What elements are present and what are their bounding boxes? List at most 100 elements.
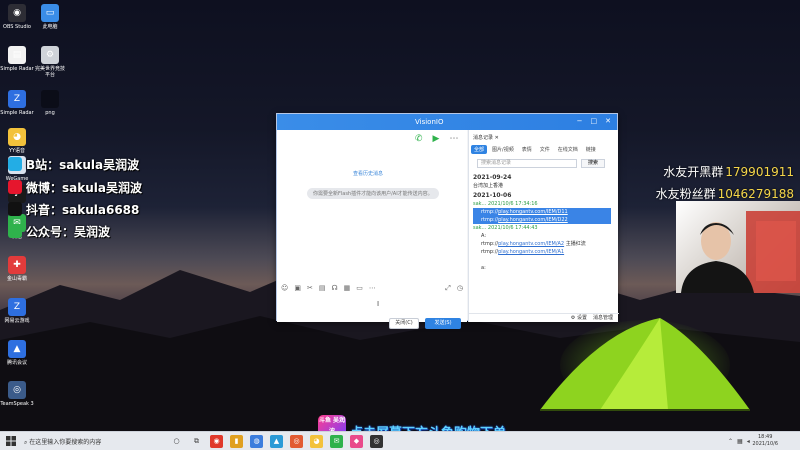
yy-icon: ◕ xyxy=(8,128,26,146)
history-tab[interactable]: 全部 xyxy=(471,145,488,154)
chat-top-icons: ✆ ▶ ⋯ xyxy=(415,134,458,144)
wechat-taskbar-icon[interactable]: ✉ xyxy=(330,435,343,448)
desktop-icon[interactable]: Z 网易云游戏 xyxy=(0,298,34,324)
douyin-icon xyxy=(8,202,22,216)
taskbar-search[interactable]: ⌕ 在这里输入你要搜索的内容 xyxy=(24,437,101,447)
close-chat-button[interactable]: 关闭(C) xyxy=(389,318,419,329)
chrome-icon[interactable]: ◉ xyxy=(210,435,223,448)
send-button[interactable]: 发送(S) xyxy=(425,318,461,329)
desktop-icon[interactable]: ⚙ 完美世界竞技平台 xyxy=(33,46,67,78)
history-settings-button[interactable]: ⚙ 设置 xyxy=(571,314,587,322)
history-link-row[interactable]: rtmp://play.hongantv.com/IEM/A1 xyxy=(473,248,611,256)
history-link-row[interactable]: rtmp://play.hongantv.com/IEM/A2 主播红流 xyxy=(473,240,611,248)
message-input[interactable]: I xyxy=(277,296,467,318)
desktop-icon-label: 此电脑 xyxy=(42,24,58,30)
png-file-icon xyxy=(41,90,59,108)
minimize-button[interactable]: − xyxy=(577,117,583,125)
social-handle: 抖音：sakula6688 xyxy=(8,201,139,218)
stream-link[interactable]: play.hongantv.com/IEM/D11 xyxy=(498,209,568,215)
desktop-icon-label: Simple Radar xyxy=(0,66,34,72)
gif-icon[interactable]: ▣ xyxy=(294,284,301,293)
chat-pane: ✆ ▶ ⋯ 查看历史消息 你需要全新Flash插件才能向该用户/AI才能传送内容… xyxy=(277,130,467,329)
stream-link[interactable]: play.hongantv.com/IEM/A1 xyxy=(498,249,564,255)
screen-icon[interactable]: ▭ xyxy=(356,284,363,293)
history-tab[interactable]: 文件 xyxy=(537,145,553,154)
desktop-icon[interactable]: ▭ 此电脑 xyxy=(33,4,67,30)
browser-icon[interactable]: ◍ xyxy=(250,435,263,448)
windows-start-icon[interactable] xyxy=(6,436,16,446)
history-tab[interactable]: 图片/视频 xyxy=(489,145,517,154)
headset-icon[interactable]: ☊ xyxy=(331,284,337,293)
close-window-button[interactable]: ✕ xyxy=(605,117,611,125)
history-link-row[interactable]: rtmp://play.hongantv.com/IEM/D22 xyxy=(473,216,611,224)
antivirus-icon: ✚ xyxy=(8,256,26,274)
file-icon: ▤ xyxy=(8,46,26,64)
desktop-icon-label: TeamSpeak 3 xyxy=(0,401,34,407)
phone-icon[interactable]: ✆ xyxy=(415,134,423,144)
maximize-button[interactable]: □ xyxy=(591,117,598,125)
obs-taskbar-icon[interactable]: ◎ xyxy=(370,435,383,448)
file-explorer-icon[interactable]: ▮ xyxy=(230,435,243,448)
message-history-panel: 消息记录 ✕ 全部 图片/视频 表情 文件 在线文档 链接 搜索消息记录 搜索 2021-… xyxy=(468,130,619,322)
toolbar-more-icon[interactable]: ⋯ xyxy=(369,284,376,293)
store-icon[interactable]: ▲ xyxy=(270,435,283,448)
folder-icon[interactable]: ▤ xyxy=(319,284,326,293)
group-number-line: 水友粉丝群 1046279188 xyxy=(656,185,794,202)
history-date: 2021-09-24 xyxy=(473,174,512,181)
history-link-row[interactable]: rtmp://play.hongantv.com/IEM/D11 xyxy=(473,208,611,216)
system-message: 你需要全新Flash插件才能向该用户/AI才能传送内容。 xyxy=(307,188,439,199)
desktop-icon[interactable]: ◕ YY语音 xyxy=(0,128,34,154)
history-notice-link[interactable]: 查看历史消息 xyxy=(353,170,383,177)
expand-icon[interactable]: ⤢ xyxy=(445,284,451,293)
chevron-up-icon[interactable]: ⌃ xyxy=(728,438,733,445)
group-label: 水友粉丝群 xyxy=(655,187,716,201)
clock-date: 2021/10/6 xyxy=(752,441,778,447)
meeting-icon: ▲ xyxy=(8,340,26,358)
desktop-icon[interactable]: ▲ 腾讯会议 xyxy=(0,340,34,366)
link-prefix: rtmp:// xyxy=(481,249,499,255)
window-title: VisionIO xyxy=(415,118,444,126)
history-search-button[interactable]: 搜索 xyxy=(581,159,605,168)
history-manage-button[interactable]: 消息管理 xyxy=(593,314,613,322)
stream-link[interactable]: play.hongantv.com/IEM/A2 xyxy=(498,241,564,247)
settings-app-icon: ⚙ xyxy=(41,46,59,64)
history-tab[interactable]: 表情 xyxy=(519,145,535,154)
game-launcher-icon[interactable]: ◎ xyxy=(290,435,303,448)
teamspeak-icon: ◎ xyxy=(8,381,26,399)
yy-taskbar-icon[interactable]: ◕ xyxy=(310,435,323,448)
scissors-icon[interactable]: ✂ xyxy=(307,284,313,293)
history-search-input[interactable]: 搜索消息记录 xyxy=(477,159,577,168)
history-tab[interactable]: 链接 xyxy=(583,145,599,154)
desktop-icon[interactable]: ✚ 金山毒霸 xyxy=(0,256,34,282)
cortana-icon[interactable]: ○ xyxy=(170,435,183,448)
desktop-icon[interactable]: ◉ OBS Studio xyxy=(0,4,34,30)
history-clock-icon[interactable]: ◷ xyxy=(457,284,463,293)
window-titlebar[interactable]: VisionIO − □ ✕ xyxy=(277,114,617,130)
stream-link[interactable]: play.hongantv.com/IEM/D22 xyxy=(498,217,568,223)
group-number: 179901911 xyxy=(725,165,794,179)
social-handle: 公众号：吴润波 xyxy=(8,223,110,240)
history-message: 台湾加上香港 xyxy=(473,183,504,189)
send-buttons: 关闭(C) 发送(S) xyxy=(389,318,461,329)
volume-icon[interactable]: ◂ xyxy=(747,438,750,445)
more-icon[interactable]: ⋯ xyxy=(449,134,458,144)
desktop-icon[interactable]: Z Simple Radar xyxy=(0,90,34,116)
desktop-icon[interactable]: ▤ Simple Radar xyxy=(0,46,34,72)
video-icon[interactable]: ▶ xyxy=(433,134,440,144)
desktop-icon-label: png xyxy=(45,110,55,116)
taskbar-clock[interactable]: 18:49 2021/10/6 xyxy=(752,434,778,448)
desktop-icon[interactable]: ◎ TeamSpeak 3 xyxy=(0,381,34,407)
network-icon[interactable]: ▦ xyxy=(737,438,743,445)
task-view-icon[interactable]: ⧉ xyxy=(190,435,203,448)
emoji-icon[interactable]: ☺ xyxy=(281,284,288,293)
visionio-chat-window[interactable]: VisionIO − □ ✕ ✆ ▶ ⋯ 查看历史消息 你需要全新Flash插件… xyxy=(276,113,619,329)
history-tab[interactable]: 在线文档 xyxy=(555,145,581,154)
douyu-taskbar-icon[interactable]: ◆ xyxy=(350,435,363,448)
streamer-image xyxy=(681,211,800,293)
desktop-icon-label: 腾讯会议 xyxy=(6,360,27,366)
image-icon[interactable]: ▦ xyxy=(344,284,351,293)
system-tray: ⌃ ▦ ◂ xyxy=(728,438,750,445)
desktop-icon-label: 网易云游戏 xyxy=(4,318,30,324)
desktop-icon[interactable]: png xyxy=(33,90,67,116)
this-pc-icon: ▭ xyxy=(41,4,59,22)
